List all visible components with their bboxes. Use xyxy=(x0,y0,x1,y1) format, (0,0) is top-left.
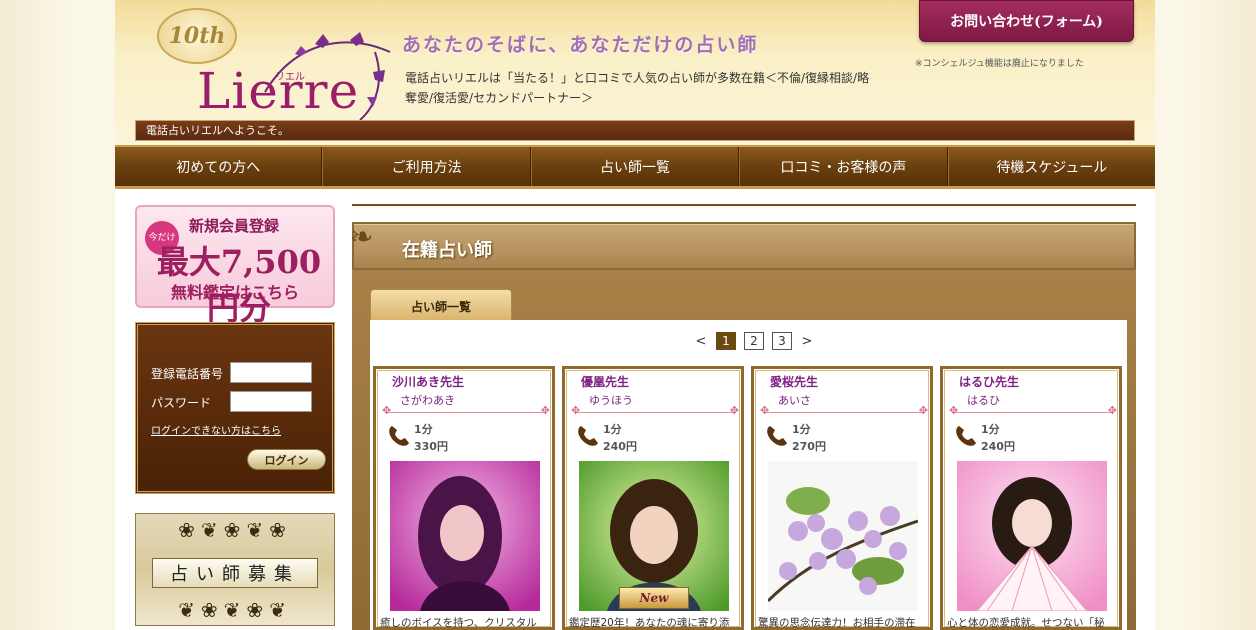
site-header: 10th Lierre リエル あなたのそばに、あなただけの占い師 電話占いリエ… xyxy=(115,0,1155,145)
fortune-teller-card[interactable]: 沙川あき先生 さがわあき 1分 330円 癒しのボイスを持つ、クリスタル xyxy=(373,366,555,630)
pager-page-2[interactable]: 2 xyxy=(744,332,764,350)
nav-item-how-to-use[interactable]: ご利用方法 xyxy=(322,147,531,186)
site-description: 電話占いリエルは「当たる！」と口コミで人気の占い師が多数在籍＜不倫/復縁相談/略… xyxy=(405,71,870,105)
teller-name[interactable]: はるひ先生 xyxy=(959,373,1019,390)
recruit-title: 占い師募集 xyxy=(152,558,318,588)
banner-line3: 無料鑑定はこちら xyxy=(170,283,299,302)
teller-kana: さがわあき xyxy=(400,394,455,407)
teller-name[interactable]: 愛桜先生 xyxy=(770,373,818,390)
fortune-teller-card[interactable]: 優凰先生 ゆうほう 1分 240円 New 鑑定歴20年！あなたの魂に寄り添 xyxy=(562,366,744,630)
recruit-banner[interactable]: ❀❦❀❦❀ 占い師募集 ❦❀❦❀❦ xyxy=(135,513,335,626)
phone-input[interactable] xyxy=(230,362,312,383)
welcome-bar: 電話占いリエルへようこそ。 xyxy=(135,120,1135,141)
teller-kana: ゆうほう xyxy=(589,394,633,407)
floral-ornament-icon: ❀❦❀❦❀ xyxy=(178,518,292,542)
pager-page-1[interactable]: 1 xyxy=(716,332,736,350)
rate-minutes: 1分 xyxy=(603,423,622,436)
nav-item-schedule[interactable]: 待機スケジュール xyxy=(947,147,1155,186)
teller-name[interactable]: 沙川あき先生 xyxy=(392,373,464,390)
rate-price: 240円 xyxy=(603,440,637,453)
teller-photo[interactable] xyxy=(390,461,540,611)
ornamental-divider xyxy=(760,404,928,417)
anniversary-crest-icon: 10th xyxy=(157,8,237,64)
pager-next[interactable]: > xyxy=(800,334,814,349)
pager-page-3[interactable]: 3 xyxy=(772,332,792,350)
section-title: 在籍占い師 xyxy=(402,240,492,261)
login-button[interactable]: ログイン xyxy=(247,449,326,470)
rate-price: 240円 xyxy=(981,440,1015,453)
ornamental-divider xyxy=(382,404,550,417)
contact-form-button[interactable]: お問い合わせ(フォーム) xyxy=(919,0,1134,42)
ornamental-divider xyxy=(571,404,739,417)
password-input[interactable] xyxy=(230,391,312,412)
teller-caption: 驚異の思念伝達力！お相手の滞在 xyxy=(758,617,916,629)
phone-label: 登録電話番号 xyxy=(151,367,224,381)
rate-minutes: 1分 xyxy=(981,423,1000,436)
forgot-login-link[interactable]: ログインできない方はこちら xyxy=(151,422,281,437)
tab-fortune-teller-list[interactable]: 占い師一覧 xyxy=(370,289,512,322)
site-tagline: あなたのそばに、あなただけの占い師 xyxy=(402,34,759,56)
fortune-teller-card[interactable]: 愛桜先生 あいさ 1分 270円 xyxy=(751,366,933,630)
rate-price: 330円 xyxy=(414,440,448,453)
teller-photo[interactable] xyxy=(957,461,1107,611)
teller-caption: 癒しのボイスを持つ、クリスタル xyxy=(380,617,537,629)
concierge-notice: ※コンシェルジュ機能は廃止になりました xyxy=(915,59,1084,69)
nav-item-reviews[interactable]: 口コミ・お客様の声 xyxy=(739,147,948,186)
phone-icon xyxy=(578,426,598,446)
page: 10th Lierre リエル あなたのそばに、あなただけの占い師 電話占いリエ… xyxy=(115,0,1155,630)
ornamental-divider xyxy=(949,404,1117,417)
new-badge: New xyxy=(619,587,689,609)
nav-item-fortune-tellers[interactable]: 占い師一覧 xyxy=(530,147,740,186)
main-divider xyxy=(352,204,1136,206)
phone-icon xyxy=(956,426,976,446)
teller-kana: あいさ xyxy=(778,394,811,407)
fortune-teller-list: < 1 2 3 > 沙川あき先生 さがわあき 1分 330円 xyxy=(370,320,1127,630)
section-header: ❧ 在籍占い師 xyxy=(350,220,1136,270)
teller-caption: 心と体の恋愛成就。せつない「秘 xyxy=(947,617,1105,629)
teller-kana: はるひ xyxy=(967,394,1000,407)
teller-caption: 鑑定歴20年！あなたの魂に寄り添 xyxy=(569,617,730,629)
pagination: < 1 2 3 > xyxy=(694,332,814,350)
rate-minutes: 1分 xyxy=(414,423,433,436)
teller-photo[interactable] xyxy=(768,461,918,611)
teller-name[interactable]: 優凰先生 xyxy=(581,373,629,390)
site-logo[interactable]: 10th Lierre リエル xyxy=(155,2,395,121)
global-nav: 初めての方へ ご利用方法 占い師一覧 口コミ・お客様の声 待機スケジュール xyxy=(115,145,1155,189)
logo-kana: リエル xyxy=(275,72,305,83)
corner-ornament-icon: ❧ xyxy=(350,220,374,253)
login-box: 登録電話番号 パスワード ログインできない方はこちら ログイン xyxy=(135,322,335,494)
phone-icon xyxy=(767,426,787,446)
phone-icon xyxy=(389,426,409,446)
banner-line1: 新規会員登録 xyxy=(189,217,280,235)
teller-photo[interactable]: New xyxy=(579,461,729,611)
pager-prev[interactable]: < xyxy=(694,334,708,349)
nav-item-first-time[interactable]: 初めての方へ xyxy=(115,147,323,186)
floral-ornament-icon: ❦❀❦❀❦ xyxy=(178,598,292,622)
signup-campaign-banner[interactable]: 今だけ 新規会員登録 最大7,500円分 無料鑑定はこちら xyxy=(135,205,335,327)
rate-minutes: 1分 xyxy=(792,423,811,436)
fortune-teller-card[interactable]: はるひ先生 はるひ 1分 240円 xyxy=(940,366,1122,630)
rate-price: 270円 xyxy=(792,440,826,453)
password-label: パスワード xyxy=(151,396,212,410)
